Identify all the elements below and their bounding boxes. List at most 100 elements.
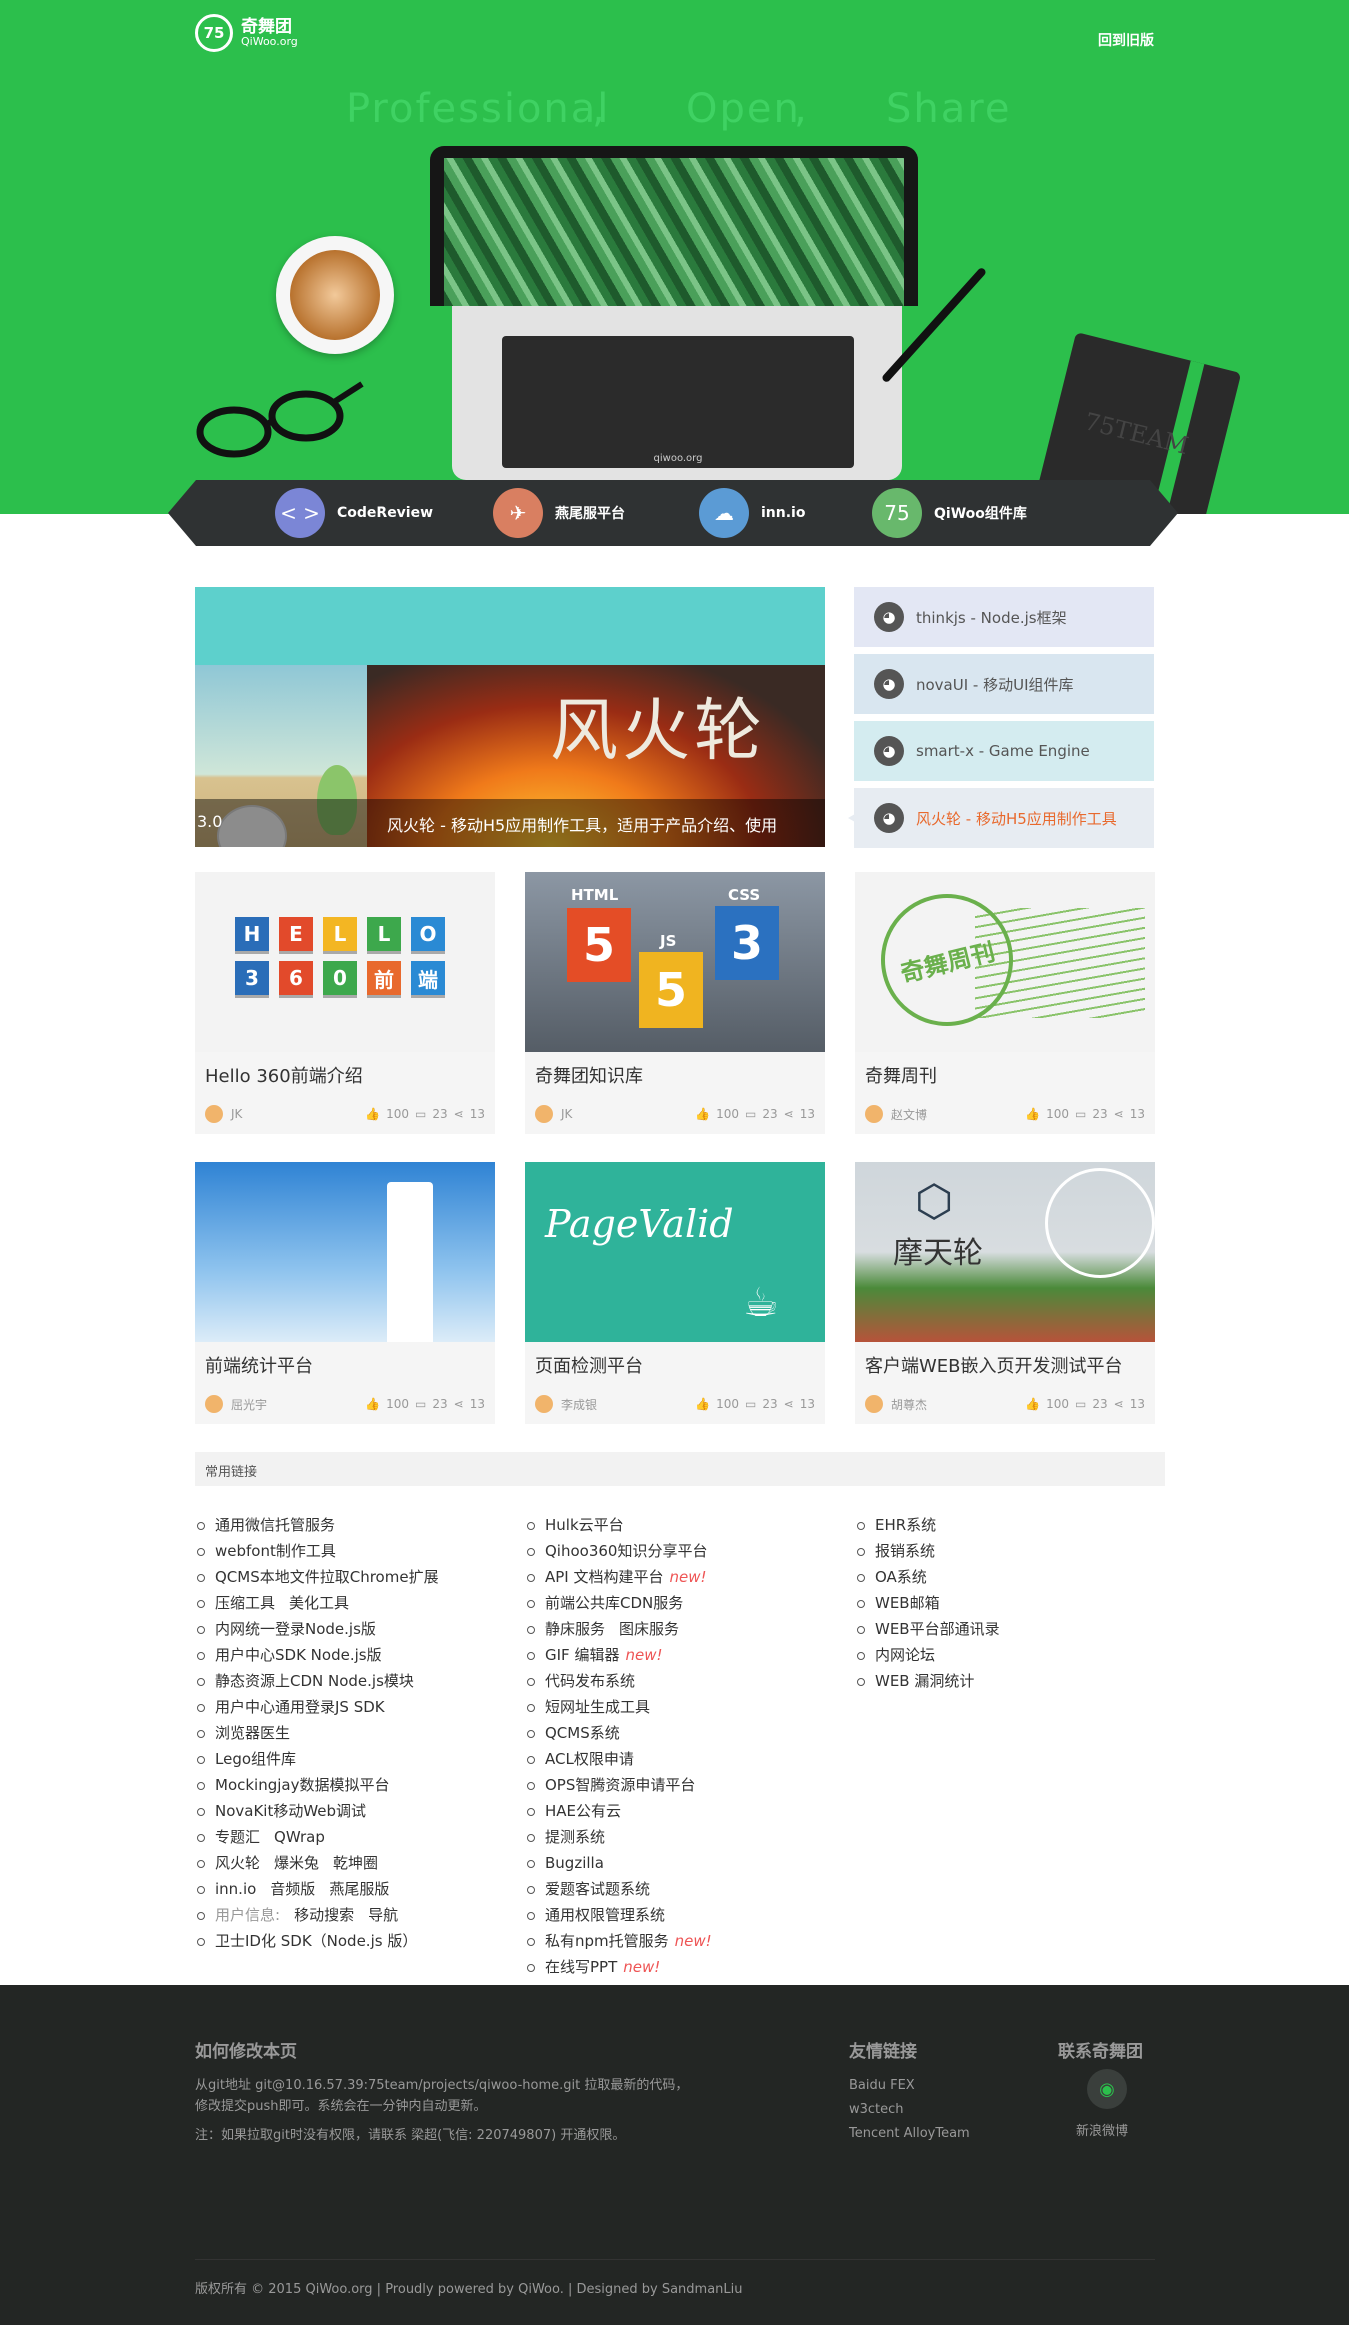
comment-icon[interactable]: ▭ bbox=[415, 1397, 426, 1411]
back-to-old-version-link[interactable]: 回到旧版 bbox=[1098, 30, 1154, 50]
slide-caption-right[interactable]: 风火轮 - 移动H5应用制作工具，适用于产品介绍、使用 bbox=[387, 812, 777, 836]
link[interactable]: API 文档构建平台 bbox=[545, 1568, 664, 1586]
link[interactable]: 内网统一登录Node.js版 bbox=[215, 1620, 376, 1638]
project-card[interactable]: H E L L O 3 6 0 前 端 Hello 360前端介绍 JK 👍 10… bbox=[195, 872, 495, 1134]
github-item-thinkjs[interactable]: ◕ thinkjs - Node.js框架 bbox=[854, 587, 1154, 647]
share-icon[interactable]: ⋖ bbox=[784, 1397, 794, 1411]
quicknav-item-innio[interactable]: ☁ inn.io bbox=[699, 488, 805, 538]
link[interactable]: 通用权限管理系统 bbox=[545, 1906, 665, 1924]
link[interactable]: webfont制作工具 bbox=[215, 1542, 336, 1560]
link[interactable]: Qihoo360知识分享平台 bbox=[545, 1542, 707, 1560]
link[interactable]: WEB平台部通讯录 bbox=[875, 1620, 1000, 1638]
link[interactable]: 短网址生成工具 bbox=[545, 1698, 650, 1716]
link[interactable]: 燕尾服版 bbox=[329, 1880, 389, 1898]
project-card[interactable]: PageValid ☕ 页面检测平台 李成银 👍 100 ▭ 23 ⋖ 13 bbox=[525, 1162, 825, 1424]
link[interactable]: Lego组件库 bbox=[215, 1750, 296, 1768]
card-author: 屈光宇 bbox=[231, 1397, 268, 1412]
link[interactable]: 压缩工具 bbox=[215, 1594, 275, 1612]
weibo-icon[interactable]: ◉ bbox=[1087, 2069, 1127, 2109]
github-icon: ◕ bbox=[874, 602, 904, 632]
link[interactable]: WEB邮箱 bbox=[875, 1594, 940, 1612]
link[interactable]: 音频版 bbox=[270, 1880, 315, 1898]
link[interactable]: Bugzilla bbox=[545, 1854, 604, 1872]
ferris-wheel-image bbox=[1045, 1168, 1155, 1278]
share-icon[interactable]: ⋖ bbox=[454, 1397, 464, 1411]
link[interactable]: Mockingjay数据模拟平台 bbox=[215, 1776, 390, 1794]
link[interactable]: 静床服务 bbox=[545, 1620, 605, 1638]
link[interactable]: 前端公共库CDN服务 bbox=[545, 1594, 683, 1612]
comment-icon[interactable]: ▭ bbox=[415, 1107, 426, 1121]
like-icon[interactable]: 👍 bbox=[695, 1397, 710, 1411]
link[interactable]: 静态资源上CDN Node.js模块 bbox=[215, 1672, 414, 1690]
link[interactable]: QWrap bbox=[274, 1828, 325, 1846]
link[interactable]: OPS智腾资源申请平台 bbox=[545, 1776, 695, 1794]
link[interactable]: GIF 编辑器 bbox=[545, 1646, 619, 1664]
comment-icon[interactable]: ▭ bbox=[745, 1107, 756, 1121]
share-icon[interactable]: ⋖ bbox=[454, 1107, 464, 1121]
github-item-novaui[interactable]: ◕ novaUI - 移动UI组件库 bbox=[854, 654, 1154, 714]
link[interactable]: 私有npm托管服务 bbox=[545, 1932, 669, 1950]
quicknav-item-yanweifu[interactable]: ✈ 燕尾服平台 bbox=[493, 488, 625, 538]
link[interactable]: Hulk云平台 bbox=[545, 1516, 624, 1534]
link[interactable]: 美化工具 bbox=[289, 1594, 349, 1612]
quicknav-item-qiwoo-components[interactable]: 75 QiWoo组件库 bbox=[872, 488, 1027, 538]
comment-icon[interactable]: ▭ bbox=[1075, 1397, 1086, 1411]
friend-link[interactable]: Baidu FEX bbox=[849, 2075, 915, 2096]
like-count: 100 bbox=[716, 1397, 740, 1411]
link[interactable]: WEB 漏洞统计 bbox=[875, 1672, 974, 1690]
link[interactable]: 提测系统 bbox=[545, 1828, 605, 1846]
link[interactable]: HAE公有云 bbox=[545, 1802, 621, 1820]
link[interactable]: 风火轮 bbox=[215, 1854, 260, 1872]
link-item: 通用微信托管服务 bbox=[195, 1512, 439, 1538]
link[interactable]: OA系统 bbox=[875, 1568, 927, 1586]
link-item: OA系统 bbox=[855, 1564, 1000, 1590]
link[interactable]: 移动搜索 bbox=[294, 1906, 354, 1924]
project-card[interactable]: ⬡ 摩天轮 客户端WEB嵌入页开发测试平台 胡尊杰 👍 100 ▭ 23 ⋖ 13 bbox=[855, 1162, 1155, 1424]
link[interactable]: QCMS本地文件拉取Chrome扩展 bbox=[215, 1568, 439, 1586]
link[interactable]: 图床服务 bbox=[619, 1620, 679, 1638]
github-item-smartx[interactable]: ◕ smart-x - Game Engine bbox=[854, 721, 1154, 781]
link[interactable]: 爱题客试题系统 bbox=[545, 1880, 650, 1898]
share-icon[interactable]: ⋖ bbox=[784, 1107, 794, 1121]
like-icon[interactable]: 👍 bbox=[1025, 1107, 1040, 1121]
link[interactable]: 代码发布系统 bbox=[545, 1672, 635, 1690]
link[interactable]: 用户中心SDK Node.js版 bbox=[215, 1646, 382, 1664]
like-icon[interactable]: 👍 bbox=[365, 1107, 380, 1121]
link[interactable]: 导航 bbox=[368, 1906, 398, 1924]
link[interactable]: 报销系统 bbox=[875, 1542, 935, 1560]
like-icon[interactable]: 👍 bbox=[365, 1397, 380, 1411]
friend-link[interactable]: Tencent AlloyTeam bbox=[849, 2123, 970, 2144]
project-card[interactable]: 奇舞周刊 奇舞周刊 赵文博 👍 100 ▭ 23 ⋖ 13 bbox=[855, 872, 1155, 1134]
link[interactable]: 浏览器医生 bbox=[215, 1724, 290, 1742]
link[interactable]: ACL权限申请 bbox=[545, 1750, 634, 1768]
link[interactable]: 通用微信托管服务 bbox=[215, 1516, 335, 1534]
card-author: 李成银 bbox=[561, 1397, 598, 1412]
friend-link[interactable]: w3ctech bbox=[849, 2099, 904, 2120]
link[interactable]: 专题汇 bbox=[215, 1828, 260, 1846]
link[interactable]: 卫士ID化 SDK（Node.js 版） bbox=[215, 1932, 417, 1950]
link[interactable]: 内网论坛 bbox=[875, 1646, 935, 1664]
comment-icon[interactable]: ▭ bbox=[745, 1397, 756, 1411]
link-item: WEB平台部通讯录 bbox=[855, 1616, 1000, 1642]
link[interactable]: NovaKit移动Web调试 bbox=[215, 1802, 366, 1820]
link[interactable]: EHR系统 bbox=[875, 1516, 936, 1534]
link-item: 私有npm托管服务 new! bbox=[525, 1928, 712, 1954]
weibo-label[interactable]: 新浪微博 bbox=[1076, 2121, 1128, 2142]
comment-icon[interactable]: ▭ bbox=[1075, 1107, 1086, 1121]
link[interactable]: QCMS系统 bbox=[545, 1724, 620, 1742]
link[interactable]: 在线写PPT bbox=[545, 1958, 617, 1976]
site-logo[interactable]: 75 奇舞团 QiWoo.org bbox=[195, 14, 298, 52]
share-icon[interactable]: ⋖ bbox=[1114, 1107, 1124, 1121]
like-icon[interactable]: 👍 bbox=[695, 1107, 710, 1121]
project-card[interactable]: 前端统计平台 屈光宇 👍 100 ▭ 23 ⋖ 13 bbox=[195, 1162, 495, 1424]
link[interactable]: 乾坤圈 bbox=[333, 1854, 378, 1872]
quicknav-item-codereview[interactable]: < > CodeReview bbox=[275, 488, 433, 538]
link[interactable]: 爆米兔 bbox=[274, 1854, 319, 1872]
link[interactable]: inn.io bbox=[215, 1880, 256, 1898]
link[interactable]: 用户中心通用登录JS SDK bbox=[215, 1698, 385, 1716]
featured-slider[interactable]: 风火轮 3.0 风火轮 - 移动H5应用制作工具，适用于产品介绍、使用 bbox=[195, 587, 825, 847]
like-icon[interactable]: 👍 bbox=[1025, 1397, 1040, 1411]
project-card[interactable]: 5 5 3 HTML JS CSS 奇舞团知识库 JK 👍 100 ▭ 23 ⋖ 13 bbox=[525, 872, 825, 1134]
github-item-fenghuolun[interactable]: ◕ 风火轮 - 移动H5应用制作工具 bbox=[848, 788, 1154, 848]
share-icon[interactable]: ⋖ bbox=[1114, 1397, 1124, 1411]
